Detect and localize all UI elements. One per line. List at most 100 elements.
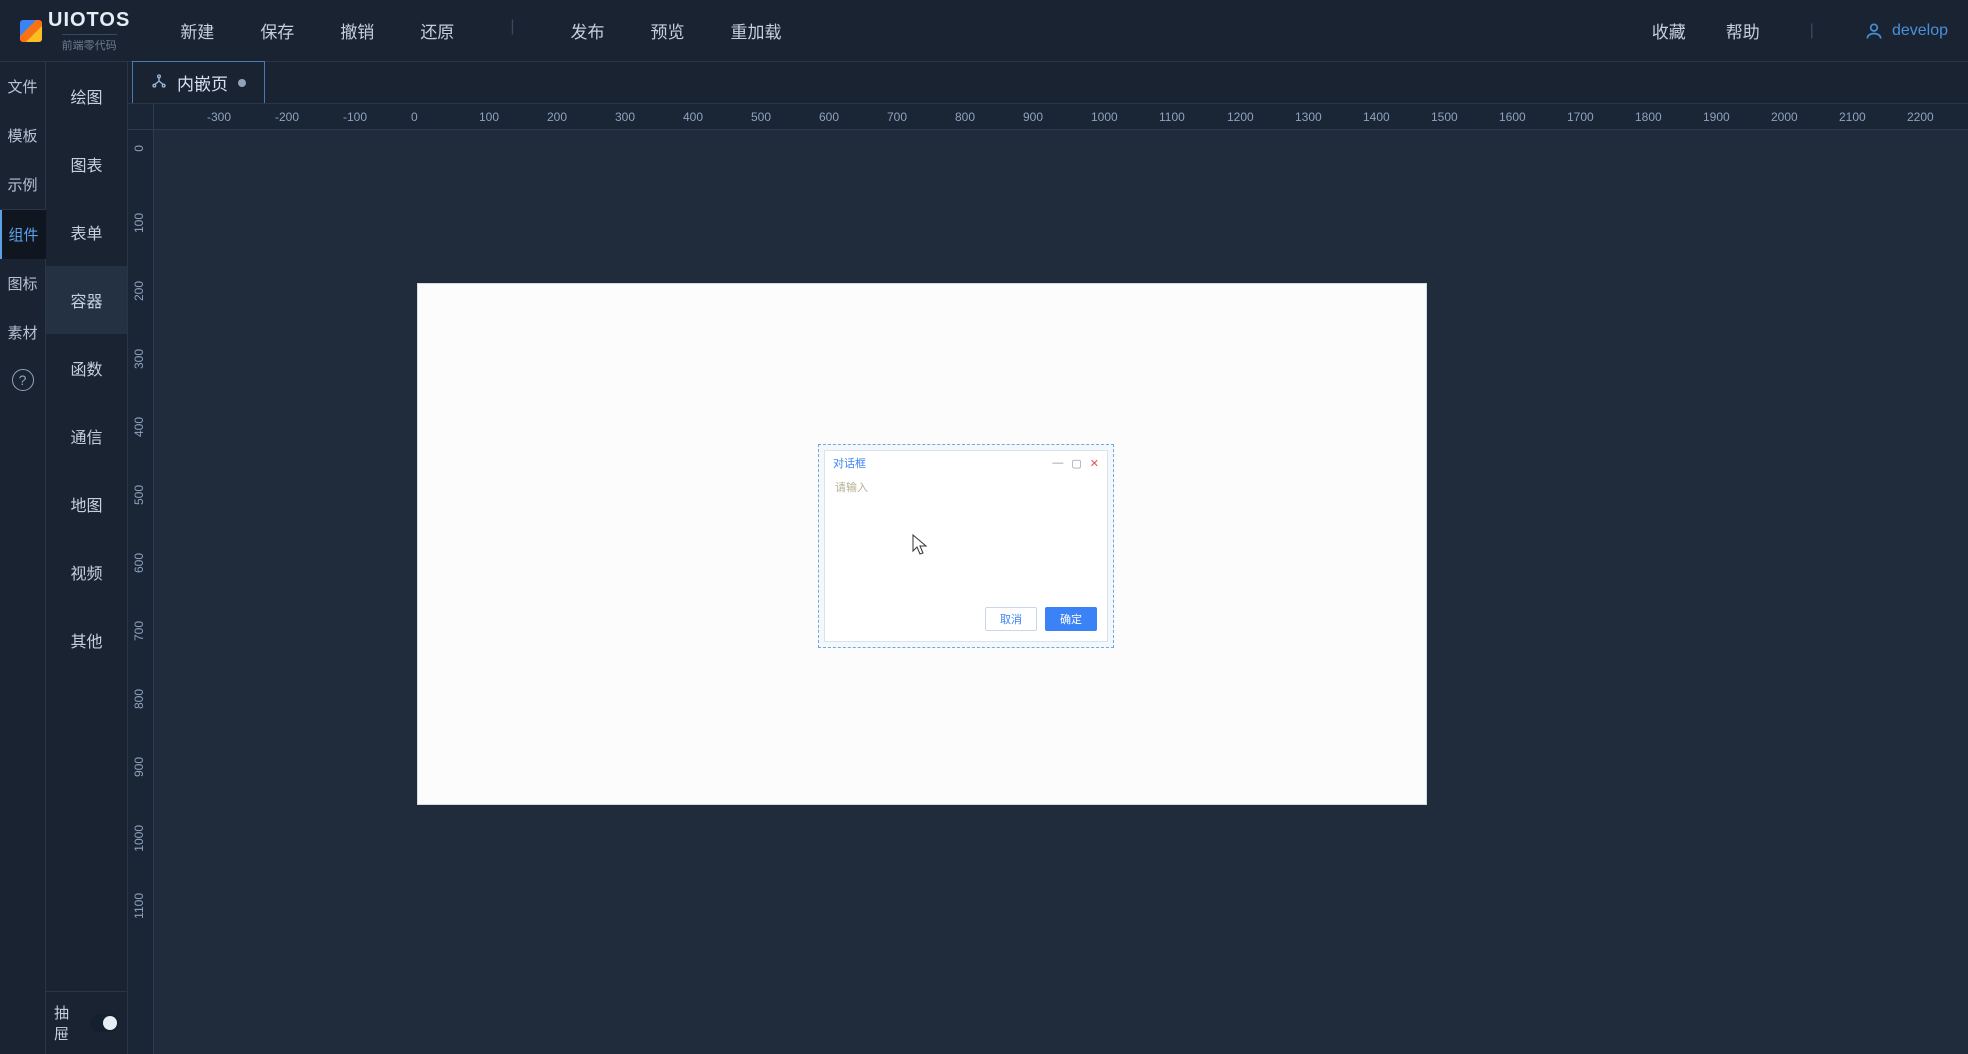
close-icon[interactable]: ✕ — [1090, 457, 1099, 470]
ruler-v-tick: 400 — [132, 417, 146, 437]
ruler-h-tick: 1900 — [1703, 110, 1730, 124]
ruler-h-tick: 2000 — [1771, 110, 1798, 124]
side2-other[interactable]: 其他 — [46, 606, 127, 674]
ruler-v-tick: 800 — [132, 689, 146, 709]
dialog-title: 对话框 — [833, 455, 866, 471]
menu-publish[interactable]: 发布 — [570, 18, 604, 43]
ruler-v-tick: 1100 — [132, 893, 146, 919]
user-badge[interactable]: develop — [1864, 21, 1948, 41]
menu-preview[interactable]: 预览 — [650, 18, 684, 43]
ruler-h-tick: 2100 — [1839, 110, 1866, 124]
ruler-v-tick: 700 — [132, 621, 146, 641]
side2-drawing[interactable]: 绘图 — [46, 62, 127, 130]
ruler-v-tick: 300 — [132, 349, 146, 369]
ruler-h-tick: 1700 — [1567, 110, 1594, 124]
ruler-h-tick: -100 — [343, 110, 367, 124]
drawer-toggle[interactable]: 抽屉 — [46, 991, 127, 1054]
hierarchy-icon — [151, 73, 167, 93]
dialog-footer: 取消 确定 — [825, 599, 1107, 641]
user-name: develop — [1892, 22, 1948, 40]
menu-restore[interactable]: 还原 — [420, 18, 454, 43]
ruler-h-tick: 500 — [751, 110, 771, 124]
dialog-placeholder: 请输入 — [835, 482, 868, 494]
ruler-v-tick: 1000 — [132, 825, 146, 852]
side2-map[interactable]: 地图 — [46, 470, 127, 538]
tab-bar: 内嵌页 — [128, 62, 1968, 104]
side2-form[interactable]: 表单 — [46, 198, 127, 266]
menu-undo[interactable]: 撤销 — [340, 18, 374, 43]
side1-components[interactable]: 组件 — [0, 210, 46, 259]
side2-comm[interactable]: 通信 — [46, 402, 127, 470]
ruler-h-tick: 0 — [411, 110, 418, 124]
unsaved-dot-icon — [238, 79, 246, 87]
side2-container[interactable]: 容器 — [46, 266, 127, 334]
ruler-h-tick: -300 — [207, 110, 231, 124]
menu-separator: | — [1810, 22, 1814, 40]
minimize-icon[interactable]: — — [1052, 457, 1063, 470]
side2-video[interactable]: 视频 — [46, 538, 127, 606]
logo-icon — [20, 20, 42, 42]
ruler-v-tick: 600 — [132, 553, 146, 573]
ruler-h-tick: 1300 — [1295, 110, 1322, 124]
maximize-icon[interactable]: ▢ — [1071, 457, 1081, 470]
menu-save[interactable]: 保存 — [260, 18, 294, 43]
ruler-corner — [128, 104, 154, 130]
confirm-button[interactable]: 确定 — [1045, 607, 1097, 631]
ruler-h-tick: 300 — [615, 110, 635, 124]
ruler-v-tick: 900 — [132, 757, 146, 777]
ruler-v-tick: 500 — [132, 485, 146, 505]
dialog-selection[interactable]: 对话框 — ▢ ✕ 请输入 取消 确定 — [818, 444, 1114, 648]
user-icon — [1864, 21, 1884, 41]
side1-materials[interactable]: 素材 — [0, 308, 46, 357]
ruler-h-tick: -200 — [275, 110, 299, 124]
ruler-v-tick: 0 — [132, 145, 146, 152]
side1-files[interactable]: 文件 — [0, 62, 46, 111]
brand-subtitle: 前端零代码 — [62, 34, 117, 53]
ruler-h-tick: 1600 — [1499, 110, 1526, 124]
right-menu: 收藏 帮助 | develop — [1652, 18, 1948, 43]
menu-favorite[interactable]: 收藏 — [1652, 18, 1686, 43]
tab-embedded-page[interactable]: 内嵌页 — [132, 61, 265, 103]
side2-chart[interactable]: 图表 — [46, 130, 127, 198]
help-icon[interactable]: ? — [12, 369, 34, 391]
side1-templates[interactable]: 模板 — [0, 111, 46, 160]
cancel-button[interactable]: 取消 — [985, 607, 1037, 631]
ruler-h-tick: 1100 — [1159, 110, 1185, 124]
dialog-titlebar[interactable]: 对话框 — ▢ ✕ — [825, 451, 1107, 475]
menu-separator: | — [510, 18, 514, 43]
dialog-body: 请输入 — [825, 475, 1107, 599]
ruler-h-tick: 800 — [955, 110, 975, 124]
canvas[interactable]: -300 -200 -100 0 100 200 300 400 500 600 700 800 900… — [128, 104, 1968, 1054]
drawer-label: 抽屉 — [54, 1002, 84, 1044]
ruler-h-tick: 1800 — [1635, 110, 1662, 124]
ruler-h-tick: 600 — [819, 110, 839, 124]
ruler-h-tick: 400 — [683, 110, 703, 124]
ruler-vertical: -200-10001002003004005006007008009001000… — [128, 130, 154, 1054]
menu-help[interactable]: 帮助 — [1726, 18, 1760, 43]
ruler-h-tick: 1000 — [1091, 110, 1118, 124]
tab-label: 内嵌页 — [177, 70, 228, 95]
ruler-h-tick: 2200 — [1907, 110, 1934, 124]
secondary-sidebar: 绘图 图表 表单 容器 函数 通信 地图 视频 其他 抽屉 — [46, 62, 128, 1054]
primary-sidebar: 文件 模板 示例 组件 图标 素材 ? — [0, 62, 46, 1054]
side1-icons[interactable]: 图标 — [0, 259, 46, 308]
ruler-h-tick: 1500 — [1431, 110, 1458, 124]
ruler-v-tick: 200 — [132, 281, 146, 301]
ruler-h-tick: 100 — [479, 110, 499, 124]
main-menu: 新建 保存 撤销 还原 | 发布 预览 重加载 — [180, 18, 781, 43]
menu-reload[interactable]: 重加载 — [730, 18, 781, 43]
logo: UIOTOS 前端零代码 — [20, 9, 130, 53]
main-area: 内嵌页 -300 -200 -100 0 100 200 300 400 500 600 700 80… — [128, 62, 1968, 1054]
ruler-h-tick: 1400 — [1363, 110, 1390, 124]
side1-examples[interactable]: 示例 — [0, 160, 46, 209]
ruler-h-tick: 200 — [547, 110, 567, 124]
toggle-icon — [90, 1014, 120, 1032]
ruler-h-tick: 900 — [1023, 110, 1043, 124]
ruler-h-tick: 700 — [887, 110, 907, 124]
ruler-v-tick: 100 — [132, 213, 146, 233]
ruler-h-tick: 1200 — [1227, 110, 1254, 124]
side2-function[interactable]: 函数 — [46, 334, 127, 402]
brand-name: UIOTOS — [48, 9, 130, 32]
header: UIOTOS 前端零代码 新建 保存 撤销 还原 | 发布 预览 重加载 收藏 … — [0, 0, 1968, 62]
menu-new[interactable]: 新建 — [180, 18, 214, 43]
